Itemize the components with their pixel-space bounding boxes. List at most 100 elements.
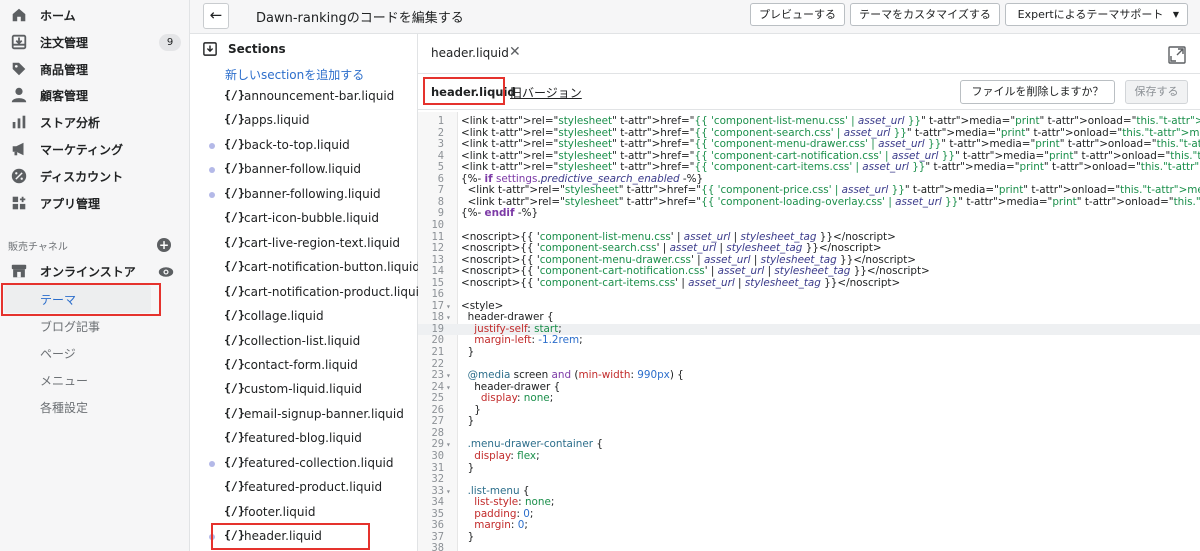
- code-line[interactable]: 23 ▾ @media screen and (min-width: 990px)…: [418, 369, 1200, 382]
- file-name: featured-blog.liquid: [244, 431, 362, 446]
- code-area[interactable]: 1 <link t-attr">rel="stylesheet" t-attr">…: [418, 112, 1200, 551]
- code-line[interactable]: 15 <noscript>{{ 'component-cart-items.css…: [418, 276, 1200, 290]
- tab-header-liquid[interactable]: header.liquid: [431, 46, 509, 60]
- save-button[interactable]: 保存する: [1125, 80, 1188, 104]
- fold-arrow-icon[interactable]: ▾: [446, 382, 451, 394]
- code-text: <link t-attr">rel="stylesheet" t-attr">h…: [461, 195, 1200, 208]
- file-item[interactable]: {/} featured-blog.liquid: [190, 427, 418, 451]
- megaphone-icon: [12, 142, 24, 156]
- fold-arrow-icon[interactable]: ▾: [446, 486, 451, 498]
- sub-item-blog[interactable]: ブログ記事: [40, 318, 100, 335]
- file-tree: Sections 新しいsectionを追加する {/} announcement…: [190, 34, 427, 551]
- code-line[interactable]: 26 }: [418, 404, 1200, 417]
- code-line[interactable]: 20 margin-left: -1.2rem;: [418, 335, 1200, 347]
- file-item[interactable]: {/} collage.liquid: [190, 305, 418, 329]
- code-line[interactable]: 21 }: [418, 346, 1200, 359]
- file-name: cart-notification-product.liquid: [244, 284, 427, 299]
- file-item[interactable]: {/} announcement-bar.liquid: [190, 85, 418, 109]
- close-icon[interactable]: ✕: [509, 44, 521, 60]
- file-item[interactable]: {/} custom-liquid.liquid: [190, 378, 418, 402]
- file-item[interactable]: {/} email-signup-banner.liquid: [190, 403, 418, 427]
- code-line[interactable]: 34 list-style: none;: [418, 496, 1200, 509]
- code-line[interactable]: 30 display: flex;: [418, 450, 1200, 463]
- file-name: banner-follow.liquid: [244, 162, 362, 177]
- top-bar: ← Dawn-rankingのコードを編集する プレビューする テーマをカスタマ…: [190, 0, 1200, 34]
- preview-button[interactable]: プレビューする: [750, 3, 845, 26]
- file-item[interactable]: {/} featured-collection.liquid: [190, 452, 418, 476]
- file-name: cart-live-region-text.liquid: [244, 235, 401, 250]
- sub-item-menu[interactable]: メニュー: [40, 372, 88, 389]
- liquid-file-icon: {/}: [224, 259, 245, 274]
- sections-title: Sections: [228, 42, 286, 56]
- code-line[interactable]: 27 }: [418, 416, 1200, 428]
- code-line[interactable]: 31 }: [418, 462, 1200, 475]
- file-item[interactable]: {/} banner-follow.liquid: [190, 158, 418, 182]
- old-version-link[interactable]: 旧バージョン: [510, 84, 582, 101]
- file-item[interactable]: {/} cart-icon-bubble.liquid: [190, 207, 418, 231]
- code-text: <noscript>{{ 'component-cart-items.css' …: [461, 276, 901, 289]
- file-item[interactable]: {/} back-to-top.liquid: [190, 134, 418, 158]
- fold-arrow-icon[interactable]: ▾: [446, 439, 451, 451]
- code-line[interactable]: 36 margin: 0;: [418, 519, 1200, 532]
- expand-icon[interactable]: [1168, 46, 1186, 64]
- back-button[interactable]: ←: [203, 3, 229, 29]
- code-line[interactable]: 9 {%- endif -%}: [418, 208, 1200, 220]
- code-line[interactable]: 25 display: none;: [418, 392, 1200, 405]
- file-item[interactable]: {/} contact-form.liquid: [190, 354, 418, 378]
- expert-support-button[interactable]: Expertによるテーマサポート ▼: [1005, 3, 1188, 26]
- line-number: 12: [431, 242, 444, 255]
- nav-item[interactable]: マーケティング: [0, 136, 190, 162]
- liquid-file-icon: {/}: [224, 405, 245, 420]
- code-text: @media screen and (min-width: 990px) {: [467, 369, 684, 382]
- file-name: apps.liquid: [244, 113, 310, 128]
- highlight-header-file-box: [211, 523, 370, 550]
- file-item[interactable]: {/} featured-product.liquid: [190, 476, 418, 500]
- modified-dot-icon: [209, 191, 215, 198]
- file-name: footer.liquid: [244, 504, 316, 519]
- modified-dot-icon: [209, 460, 215, 467]
- liquid-file-icon: {/}: [224, 332, 245, 347]
- nav-item[interactable]: ホーム: [0, 2, 190, 28]
- file-item[interactable]: {/} footer.liquid: [190, 501, 418, 525]
- nav-item[interactable]: アプリ管理: [0, 190, 190, 216]
- file-item[interactable]: {/} cart-live-region-text.liquid: [190, 232, 418, 256]
- line-number: 23: [431, 369, 444, 382]
- code-text: }: [461, 346, 475, 358]
- fold-arrow-icon[interactable]: ▾: [446, 301, 451, 313]
- nav-label: ストア分析: [40, 116, 101, 131]
- code-line[interactable]: 37 }: [418, 531, 1200, 544]
- liquid-file-icon: {/}: [224, 356, 245, 371]
- fold-arrow-icon[interactable]: ▾: [446, 370, 451, 382]
- code-line[interactable]: 38: [418, 543, 1200, 551]
- customize-theme-button[interactable]: テーマをカスタマイズする: [850, 3, 1000, 26]
- nav-item[interactable]: 商品管理: [0, 56, 190, 82]
- sales-channels-label: 販売チャネル: [8, 242, 68, 253]
- nav-item[interactable]: 注文管理 9: [0, 29, 190, 55]
- nav-label: アプリ管理: [40, 196, 101, 211]
- line-number: 14: [431, 265, 444, 278]
- nav-item[interactable]: 顧客管理: [0, 82, 190, 108]
- line-number: 10: [431, 218, 444, 231]
- file-item[interactable]: {/} banner-following.liquid: [190, 183, 418, 207]
- delete-file-button[interactable]: ファイルを削除しますか？: [960, 80, 1115, 104]
- file-item[interactable]: {/} apps.liquid: [190, 109, 418, 133]
- nav-item[interactable]: ストア分析: [0, 109, 190, 135]
- file-item[interactable]: {/} cart-notification-product.liquid: [190, 281, 427, 305]
- liquid-file-icon: {/}: [224, 454, 245, 469]
- arrow-left-icon: ←: [209, 6, 223, 24]
- code-line[interactable]: 35 padding: 0;: [418, 508, 1200, 521]
- file-item[interactable]: {/} collection-list.liquid: [190, 330, 418, 354]
- fold-arrow-icon[interactable]: ▾: [446, 312, 451, 324]
- file-item[interactable]: {/} cart-notification-button.liquid: [190, 256, 420, 280]
- code-line[interactable]: 32: [418, 473, 1200, 486]
- sub-item-pages[interactable]: ページ: [40, 345, 76, 362]
- nav-item[interactable]: ディスカウント: [0, 163, 190, 189]
- sub-item-settings[interactable]: 各種設定: [40, 399, 88, 416]
- eye-icon[interactable]: [158, 266, 174, 278]
- code-text: {%- endif -%}: [461, 207, 539, 220]
- code-line[interactable]: 16: [418, 289, 1200, 301]
- add-channel-icon[interactable]: +: [157, 238, 171, 252]
- folder-download-icon[interactable]: [203, 42, 217, 56]
- add-section-link[interactable]: 新しいsectionを追加する: [225, 66, 364, 83]
- file-name: featured-collection.liquid: [244, 455, 394, 470]
